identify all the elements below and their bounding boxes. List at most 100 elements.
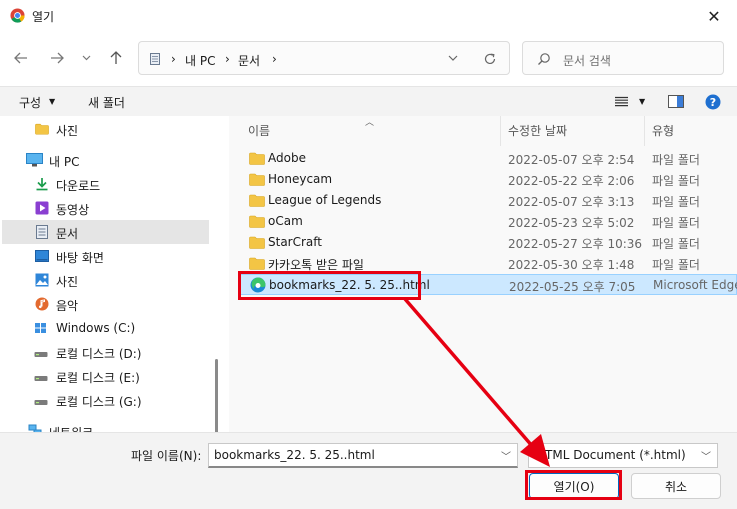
pictures-icon <box>35 273 49 287</box>
file-type: 파일 폴더 <box>652 216 700 230</box>
column-header-date[interactable]: 수정한 날짜 <box>508 122 567 139</box>
breadcrumb-this-pc[interactable]: 내 PC <box>185 52 215 69</box>
chevron-down-icon[interactable] <box>448 52 458 64</box>
column-separator[interactable] <box>644 116 645 146</box>
cancel-button[interactable]: 취소 <box>631 473 721 499</box>
windows-drive-icon <box>35 323 46 333</box>
sidebar-item-label: 내 PC <box>49 155 80 169</box>
file-row-ocam[interactable]: oCam 2022-05-23 오후 5:02 파일 폴더 <box>239 211 737 232</box>
document-icon <box>36 225 48 239</box>
sidebar-item-documents[interactable]: 문서 <box>2 220 209 244</box>
window-title: 열기 <box>32 10 55 24</box>
recent-locations-button[interactable] <box>76 47 96 69</box>
filetype-value: HTML Document (*.html) <box>536 448 686 462</box>
svg-text:?: ? <box>710 96 716 109</box>
help-icon[interactable]: ? <box>705 94 721 110</box>
close-button[interactable]: ✕ <box>691 0 737 32</box>
sidebar-item-label: 음악 <box>56 299 79 313</box>
sidebar-item-network[interactable]: 네트워크 <box>2 419 209 432</box>
refresh-icon[interactable] <box>483 52 497 66</box>
sidebar-item-label: 로컬 디스크 (D:) <box>56 347 142 361</box>
organize-button[interactable]: 구성 <box>19 94 41 111</box>
breadcrumb-separator: › <box>225 52 230 66</box>
sidebar-item-label: 사진 <box>56 124 79 138</box>
chevron-down-icon <box>82 55 90 61</box>
sidebar-item-windows-c[interactable]: Windows (C:) <box>2 316 209 340</box>
file-type: Microsoft Edge <box>653 278 737 292</box>
file-name: StarCraft <box>268 235 322 249</box>
navigation-bar: › 내 PC › 문서 › 문서 검색 <box>0 38 737 78</box>
open-button[interactable]: 열기(O) <box>529 473 619 499</box>
edge-icon <box>250 277 266 293</box>
sidebar-item-drive-d[interactable]: 로컬 디스크 (D:) <box>2 340 209 364</box>
column-separator[interactable] <box>500 116 501 146</box>
sidebar-item-desktop[interactable]: 바탕 화면 <box>2 244 209 268</box>
pc-icon <box>26 153 43 167</box>
chevron-down-icon[interactable]: ﹀ <box>501 448 511 463</box>
sidebar-item-pictures-quick[interactable]: 사진 <box>2 117 209 141</box>
network-icon <box>28 424 42 432</box>
drive-icon <box>34 400 48 405</box>
file-row-bookmarks-html[interactable]: bookmarks_22. 5. 25..html 2022-05-25 오후 … <box>239 274 737 295</box>
download-icon <box>36 178 48 191</box>
filetype-select[interactable]: HTML Document (*.html) ﹀ <box>528 443 718 468</box>
folder-icon <box>249 173 265 186</box>
file-name: League of Legends <box>268 193 382 207</box>
sidebar-item-drive-e[interactable]: 로컬 디스크 (E:) <box>2 364 209 388</box>
file-date: 2022-05-30 오후 1:48 <box>508 258 635 272</box>
caret-down-icon[interactable]: ▼ <box>639 97 645 106</box>
sort-ascending-icon: ︿ <box>365 118 375 128</box>
file-row-kakaotalk[interactable]: 카카오톡 받은 파일 2022-05-30 오후 1:48 파일 폴더 <box>239 253 737 274</box>
sidebar-item-this-pc[interactable]: 내 PC <box>2 148 209 172</box>
command-bar: 구성 ▼ 새 폴더 ▼ ? <box>0 86 737 116</box>
filename-input[interactable]: bookmarks_22. 5. 25..html ﹀ <box>208 443 518 468</box>
file-name: Honeycam <box>268 172 333 186</box>
address-bar[interactable]: › 내 PC › 문서 › <box>138 41 510 75</box>
sidebar-item-music[interactable]: 음악 <box>2 292 209 316</box>
preview-pane-icon[interactable] <box>668 95 684 108</box>
back-button[interactable] <box>9 47 33 69</box>
file-date: 2022-05-25 오후 7:05 <box>509 280 636 294</box>
sidebar-item-label: 로컬 디스크 (G:) <box>56 395 142 409</box>
file-row-adobe[interactable]: Adobe 2022-05-07 오후 2:54 파일 폴더 <box>239 148 737 169</box>
file-name: bookmarks_22. 5. 25..html <box>269 278 430 292</box>
search-icon <box>538 53 550 65</box>
video-icon <box>35 201 49 215</box>
breadcrumb-documents[interactable]: 문서 <box>238 52 260 69</box>
drive-icon <box>34 376 48 381</box>
file-row-honeycam[interactable]: Honeycam 2022-05-22 오후 2:06 파일 폴더 <box>239 169 737 190</box>
sidebar-item-label: 동영상 <box>56 203 90 217</box>
title-bar: 열기 ✕ <box>0 0 737 32</box>
file-row-starcraft[interactable]: StarCraft 2022-05-27 오후 10:36 파일 폴더 <box>239 232 737 253</box>
search-box[interactable]: 문서 검색 <box>522 41 724 75</box>
sidebar-item-downloads[interactable]: 다운로드 <box>2 172 209 196</box>
folder-icon <box>35 123 49 135</box>
column-header-name[interactable]: 이름 <box>248 122 270 139</box>
file-name: oCam <box>268 214 303 228</box>
view-list-icon[interactable] <box>615 96 628 107</box>
file-type: 파일 폴더 <box>652 258 700 272</box>
folder-icon <box>249 194 265 207</box>
forward-button[interactable] <box>45 47 69 69</box>
sidebar-item-label: 사진 <box>56 275 79 289</box>
file-row-league-of-legends[interactable]: League of Legends 2022-05-07 오후 3:13 파일 … <box>239 190 737 211</box>
chrome-icon <box>10 8 25 23</box>
folder-icon <box>249 257 265 270</box>
file-list: 이름 ︿ 수정한 날짜 유형 Adobe 2022-05-07 오후 2:54 … <box>229 116 737 432</box>
document-icon <box>150 53 160 65</box>
folder-icon <box>249 236 265 249</box>
new-folder-button[interactable]: 새 폴더 <box>88 94 125 111</box>
sidebar-item-label: 네트워크 <box>49 424 93 432</box>
sidebar-item-videos[interactable]: 동영상 <box>2 196 209 220</box>
desktop-icon <box>35 250 49 262</box>
up-button[interactable] <box>104 47 128 69</box>
sidebar-item-pictures[interactable]: 사진 <box>2 268 209 292</box>
column-header-type[interactable]: 유형 <box>652 122 674 139</box>
sidebar-scrollbar[interactable] <box>215 359 218 432</box>
sidebar-item-drive-g[interactable]: 로컬 디스크 (G:) <box>2 388 209 412</box>
chevron-down-icon: ﹀ <box>701 452 711 463</box>
file-type: 파일 폴더 <box>652 174 700 188</box>
sidebar-item-label: 다운로드 <box>56 179 101 193</box>
sidebar-item-label: 로컬 디스크 (E:) <box>56 371 140 385</box>
sidebar-item-label: 문서 <box>56 227 79 241</box>
